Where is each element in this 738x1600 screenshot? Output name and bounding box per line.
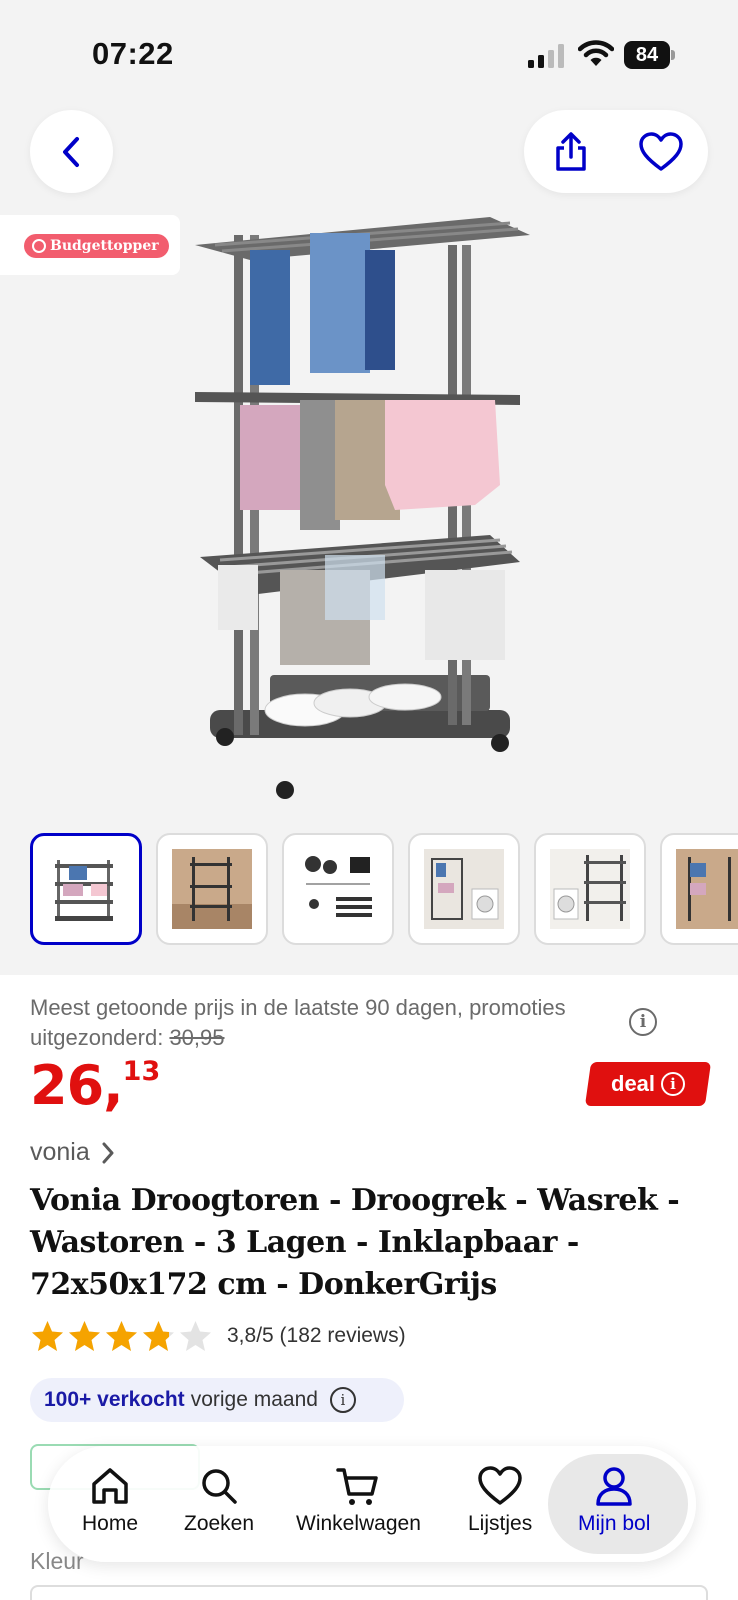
favorite-button[interactable] (634, 125, 688, 179)
nav-search[interactable]: Zoeken (184, 1464, 254, 1536)
status-bar: 07:22 84 (0, 0, 738, 100)
cart-icon (336, 1468, 379, 1505)
status-time: 07:22 (92, 36, 174, 71)
product-gallery: 07:22 84 Budgettopper (0, 0, 738, 975)
thumbnail-4-image (424, 849, 504, 929)
wifi-icon (578, 40, 614, 66)
nav-lists[interactable]: Lijstjes (468, 1464, 532, 1536)
user-icon (596, 1467, 632, 1506)
nav-home-label: Home (82, 1512, 139, 1535)
price-note-text: Meest getoonde prijs in de laatste 90 da… (30, 995, 566, 1050)
current-price: 26,13 (30, 1054, 160, 1117)
sold-count: 100+ verkocht (44, 1388, 185, 1411)
color-select[interactable] (30, 1585, 708, 1600)
thumbnail-2-image (172, 849, 252, 929)
nav-account[interactable]: Mijn bol (578, 1464, 650, 1536)
thumbnail-5-image (550, 849, 630, 929)
home-icon (92, 1468, 128, 1504)
thumbnail-2[interactable] (156, 833, 268, 945)
action-pill (524, 110, 708, 193)
share-button[interactable] (544, 125, 598, 179)
bottom-navigation: Home Zoeken Winkelwagen Lijstjes Mijn bo… (48, 1446, 696, 1562)
old-price: 30,95 (169, 1025, 225, 1050)
nav-search-label: Zoeken (184, 1512, 255, 1535)
star-icon (143, 1320, 174, 1351)
signal-icon (528, 44, 564, 68)
thumbnail-3-image (305, 856, 372, 917)
thumbnail-6-image (676, 849, 738, 929)
rating-stars (30, 1319, 213, 1354)
battery-level: 84 (624, 41, 670, 69)
heart-icon (639, 132, 683, 171)
product-title: Vonia Droogtoren - Droogrek - Wasrek - W… (30, 1183, 680, 1302)
star-icon (32, 1320, 63, 1351)
thumbnail-5[interactable] (534, 833, 646, 945)
nav-cart[interactable]: Winkelwagen (296, 1464, 421, 1536)
badge-container: Budgettopper (0, 215, 180, 275)
product-image[interactable] (190, 205, 550, 815)
rating-text: 3,8/5 (182 reviews) (227, 1324, 406, 1347)
star-icon (180, 1320, 211, 1351)
nav-account-label: Mijn bol (578, 1512, 651, 1535)
rating-summary[interactable]: 3,8/5 (182 reviews) (30, 1318, 406, 1354)
deal-label: deal (610, 1071, 656, 1096)
sold-period: vorige maand (190, 1388, 318, 1411)
sold-info-icon[interactable]: i (329, 1387, 356, 1413)
share-icon (556, 132, 586, 171)
search-icon (202, 1469, 237, 1504)
star-icon (106, 1320, 137, 1351)
thumbnail-strip (30, 833, 738, 945)
nav-cart-label: Winkelwagen (296, 1512, 421, 1535)
price-cents: 13 (122, 1056, 161, 1087)
brand-link[interactable]: vonia (30, 1138, 116, 1167)
thumbnail-4[interactable] (408, 833, 520, 945)
budgettopper-badge: Budgettopper (24, 234, 169, 258)
chevron-right-icon (102, 1142, 114, 1163)
deal-info-icon: i (661, 1072, 686, 1096)
budgettopper-label: Budgettopper (50, 238, 159, 254)
brand-name: vonia (30, 1138, 90, 1166)
price-euros: 26, (30, 1054, 124, 1117)
back-button[interactable] (30, 110, 113, 193)
deal-badge[interactable]: deal i (584, 1062, 712, 1106)
heart-icon (478, 1466, 522, 1505)
sold-count-pill: 100+ verkocht vorige maand i (30, 1378, 404, 1422)
thumbnail-6[interactable] (660, 833, 738, 945)
nav-home[interactable]: Home (82, 1464, 138, 1536)
star-icon (69, 1320, 100, 1351)
chevron-left-icon (62, 136, 79, 167)
euro-badge-icon (32, 239, 46, 253)
thumbnail-3[interactable] (282, 833, 394, 945)
price-info-icon[interactable]: i (629, 1008, 657, 1036)
thumbnail-1[interactable] (30, 833, 142, 945)
thumbnail-1-image (55, 860, 113, 921)
lowest-price-note: Meest getoonde prijs in de laatste 90 da… (30, 993, 630, 1053)
nav-lists-label: Lijstjes (468, 1512, 533, 1535)
battery-icon: 84 (624, 41, 676, 69)
